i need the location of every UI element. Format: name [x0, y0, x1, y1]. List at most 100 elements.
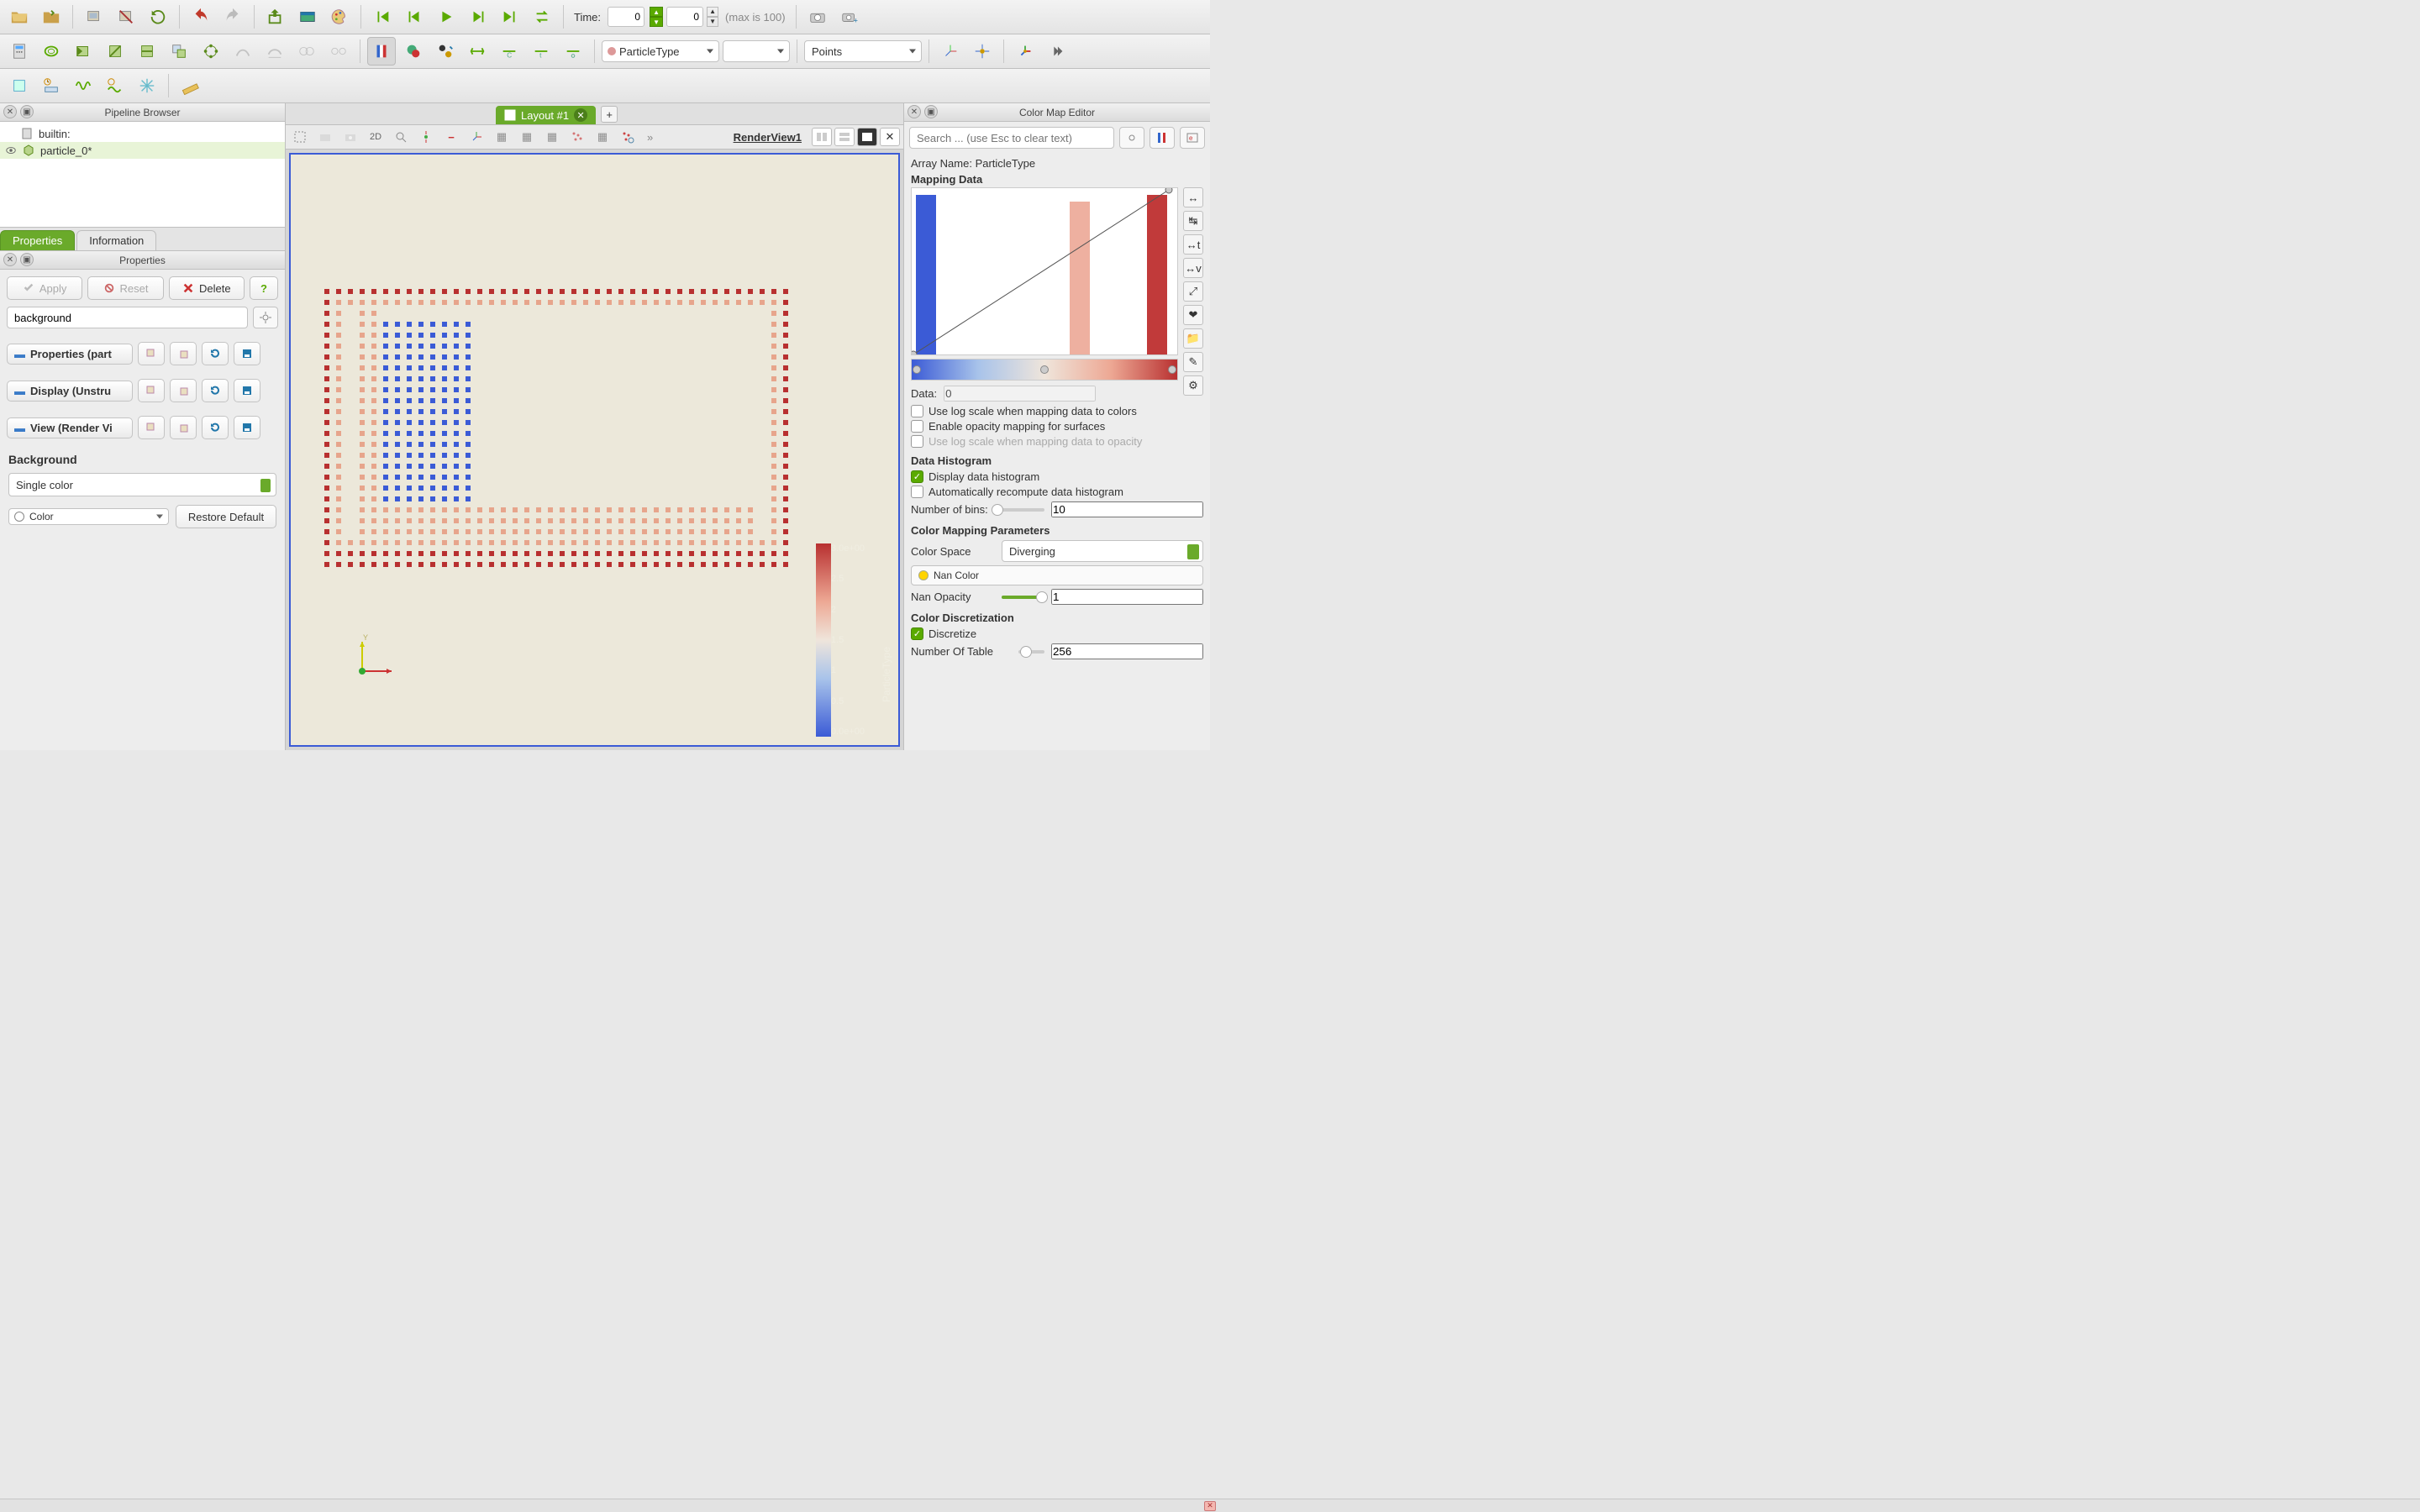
rescale-time-icon[interactable]: t [527, 37, 555, 66]
time-spin[interactable]: ▲▼ [650, 7, 663, 27]
rescale-range-icon[interactable] [463, 37, 492, 66]
display-histogram-checkbox[interactable]: Display data histogram [911, 470, 1203, 483]
colorspace-select[interactable]: Diverging [1002, 540, 1203, 562]
reload-display-icon[interactable] [202, 379, 229, 402]
section-view-header[interactable]: ▬View (Render Vi [7, 417, 133, 438]
restore-default-button[interactable]: Restore Default [176, 505, 276, 528]
frame-spin[interactable]: ▲▼ [707, 7, 718, 27]
rv-sel2-icon[interactable]: ▦ [516, 127, 538, 147]
paste-view-icon[interactable] [170, 416, 197, 439]
pipeline-close-icon[interactable]: ✕ [3, 105, 17, 118]
cme-close-icon[interactable]: ✕ [908, 105, 921, 118]
background-mode-select[interactable]: Single color [8, 473, 276, 496]
undo-icon[interactable] [187, 3, 215, 31]
edit-tf-icon[interactable]: ✎ [1183, 352, 1203, 372]
time-value-input[interactable] [608, 7, 644, 27]
connect-icon[interactable] [80, 3, 108, 31]
delete-button[interactable]: Delete [169, 276, 245, 300]
rescale-time-side-icon[interactable]: ↔t [1183, 234, 1203, 255]
maximize-view-icon[interactable] [857, 128, 877, 146]
play-icon[interactable] [432, 3, 460, 31]
preset-icon[interactable]: ❤ [1183, 305, 1203, 325]
status-clear-icon[interactable]: ✕ [1204, 1501, 1216, 1511]
rescale-custom-side-icon[interactable]: ↹ [1183, 211, 1203, 231]
recent-file-icon[interactable] [37, 3, 66, 31]
pipeline-browser[interactable]: builtin: particle_0* [0, 122, 285, 228]
copy-view-icon[interactable] [138, 416, 165, 439]
camera-add-icon[interactable]: + [835, 3, 864, 31]
extract-icon[interactable] [165, 37, 193, 66]
clock-wave-icon[interactable] [101, 71, 129, 100]
discretize-checkbox[interactable]: Discretize [911, 627, 1203, 640]
ungroup-icon[interactable] [324, 37, 353, 66]
disconnect-icon[interactable] [112, 3, 140, 31]
bins-slider[interactable] [995, 508, 1044, 512]
export-icon[interactable] [261, 3, 290, 31]
paste-display-icon[interactable] [170, 379, 197, 402]
loop-icon[interactable] [528, 3, 556, 31]
snowflake-icon[interactable] [133, 71, 161, 100]
rv-minus-icon[interactable]: − [440, 127, 462, 147]
close-view-icon[interactable]: ✕ [880, 128, 900, 146]
save-display-icon[interactable] [234, 379, 260, 402]
num-table-slider[interactable] [1018, 650, 1044, 654]
orient-icon[interactable] [1011, 37, 1039, 66]
rv-center-icon[interactable] [415, 127, 437, 147]
save-preset-icon[interactable]: 📁 [1183, 328, 1203, 349]
contour-icon[interactable] [37, 37, 66, 66]
copy-props-icon[interactable] [138, 342, 165, 365]
split-h-icon[interactable] [812, 128, 832, 146]
first-frame-icon[interactable] [368, 3, 397, 31]
representation-select[interactable]: Points [804, 40, 922, 62]
properties-close-icon[interactable]: ✕ [3, 253, 17, 266]
auto-recompute-checkbox[interactable]: Automatically recompute data histogram [911, 486, 1203, 498]
visibility-icon[interactable] [5, 144, 17, 156]
opacity-histogram[interactable] [911, 187, 1178, 355]
last-frame-icon[interactable] [496, 3, 524, 31]
properties-gear-icon[interactable] [253, 307, 278, 328]
properties-popout-icon[interactable]: ▣ [20, 253, 34, 266]
advanced-gear-icon[interactable]: ⚙ [1183, 375, 1203, 396]
calculator-icon[interactable] [5, 37, 34, 66]
glyph-icon[interactable] [197, 37, 225, 66]
rv-sel6-icon[interactable] [617, 127, 639, 147]
rv-sel5-icon[interactable]: ▦ [592, 127, 613, 147]
cme-colormap-icon[interactable] [1150, 127, 1175, 149]
scalar-bar-icon[interactable] [399, 37, 428, 66]
reset-button[interactable]: Reset [87, 276, 163, 300]
overflow-icon[interactable] [1043, 37, 1071, 66]
cme-search-input[interactable] [909, 127, 1114, 149]
threshold-icon[interactable] [133, 37, 161, 66]
pipeline-item-particle[interactable]: particle_0* [0, 142, 285, 159]
prev-frame-icon[interactable] [400, 3, 429, 31]
redo-icon[interactable] [218, 3, 247, 31]
rv-sel3-icon[interactable]: ▦ [541, 127, 563, 147]
close-layout-icon[interactable]: ✕ [574, 108, 587, 122]
cme-popout-icon[interactable]: ▣ [924, 105, 938, 118]
properties-search-input[interactable] [7, 307, 248, 328]
rv-chevron[interactable]: » [647, 131, 653, 144]
invert-icon[interactable]: ⤢ [1183, 281, 1203, 302]
split-v-icon[interactable] [834, 128, 855, 146]
background-color-chip[interactable]: Color [8, 508, 169, 525]
group-icon[interactable] [292, 37, 321, 66]
rv-camera-icon[interactable] [314, 127, 336, 147]
num-table-input[interactable] [1051, 643, 1203, 659]
rescale-visible-side-icon[interactable]: ↔v [1183, 258, 1203, 278]
palette-icon[interactable] [325, 3, 354, 31]
wave-icon[interactable] [69, 71, 97, 100]
nan-opacity-input[interactable] [1051, 589, 1203, 605]
slice-icon[interactable] [101, 37, 129, 66]
reload-view-icon[interactable] [202, 416, 229, 439]
logscale-colors-checkbox[interactable]: Use log scale when mapping data to color… [911, 405, 1203, 417]
save-props-icon[interactable] [234, 342, 260, 365]
array-component-select[interactable] [723, 40, 790, 62]
rv-sel4-icon[interactable] [566, 127, 588, 147]
ruler-icon[interactable] [176, 71, 204, 100]
apply-button[interactable]: Apply [7, 276, 82, 300]
help-button[interactable]: ? [250, 276, 278, 300]
rv-camera2-icon[interactable] [339, 127, 361, 147]
rescale-range-side-icon[interactable]: ↔ [1183, 187, 1203, 207]
nan-opacity-slider[interactable] [1002, 596, 1044, 599]
colorbar[interactable] [816, 543, 831, 737]
